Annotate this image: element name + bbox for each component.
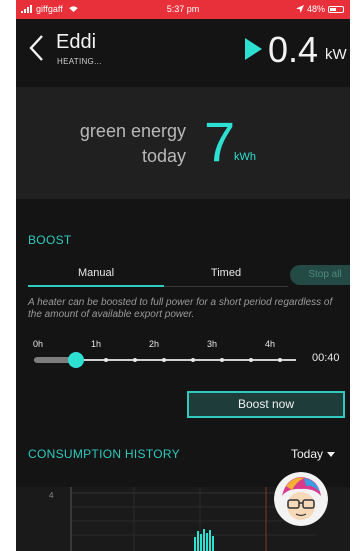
green-energy-panel: green energy today 7 kWh <box>16 87 350 199</box>
period-select-value: Today <box>291 447 324 461</box>
avatar-image <box>274 472 328 526</box>
location-icon <box>295 5 304 13</box>
tab-manual[interactable]: Manual <box>28 267 164 279</box>
tab-timed[interactable]: Timed <box>164 267 288 279</box>
period-select[interactable]: Today <box>291 447 336 461</box>
power-unit: kW <box>325 46 347 63</box>
boost-now-button[interactable]: Boost now <box>187 391 345 418</box>
chevron-down-icon <box>327 451 336 457</box>
boost-duration: 00:40 <box>312 352 340 364</box>
play-icon <box>245 38 262 60</box>
slider-tick <box>278 358 282 362</box>
header: Eddi HEATING... 0.4 kW <box>16 19 350 87</box>
device-status: HEATING... <box>57 57 102 66</box>
boost-slider-thumb[interactable] <box>68 352 84 368</box>
slider-label: 0h <box>33 339 44 349</box>
status-right: 48% <box>295 4 344 14</box>
back-chevron-icon[interactable] <box>26 33 48 63</box>
chart-bar <box>194 537 196 551</box>
chart-bar <box>197 531 199 551</box>
avatar <box>274 472 328 526</box>
slider-tick <box>104 358 108 362</box>
stop-all-button[interactable]: Stop all <box>290 265 350 285</box>
slider-label: 2h <box>149 339 160 349</box>
slider-tick <box>220 358 224 362</box>
boost-description: A heater can be boosted to full power fo… <box>28 297 333 320</box>
chart-bar <box>200 534 202 551</box>
chart-y-tick-label: 4 <box>49 491 54 500</box>
slider-tick <box>162 358 166 362</box>
slider-tick <box>249 358 253 362</box>
boost-title: BOOST <box>28 233 72 247</box>
green-energy-period: today <box>141 146 186 166</box>
app-screen: giffgaff 5:37 pm 48% Eddi HEATING... 0.4… <box>16 0 350 551</box>
device-name: Eddi <box>56 31 97 53</box>
green-energy-value: 7 <box>204 110 236 173</box>
boost-tabs: Manual Timed Stop all <box>28 263 350 289</box>
slider-tick <box>191 358 195 362</box>
slider-label: 1h <box>91 339 102 349</box>
green-energy-unit: kWh <box>234 151 256 163</box>
chart-bar <box>209 530 211 551</box>
green-energy-label: green energy <box>79 121 186 141</box>
slider-tick <box>133 358 137 362</box>
battery-percent: 48% <box>306 4 325 14</box>
tab-divider <box>164 286 288 287</box>
tab-selected-indicator <box>28 285 164 287</box>
status-bar: giffgaff 5:37 pm 48% <box>16 0 350 19</box>
slider-label: 3h <box>207 339 218 349</box>
chart-bar <box>212 536 214 551</box>
consumption-history-title: CONSUMPTION HISTORY <box>28 447 180 461</box>
chart-bar <box>203 529 205 551</box>
battery-icon <box>328 5 344 13</box>
slider-label: 4h <box>265 339 276 349</box>
power-value: 0.4 <box>268 29 319 70</box>
chart-bar <box>206 533 208 551</box>
